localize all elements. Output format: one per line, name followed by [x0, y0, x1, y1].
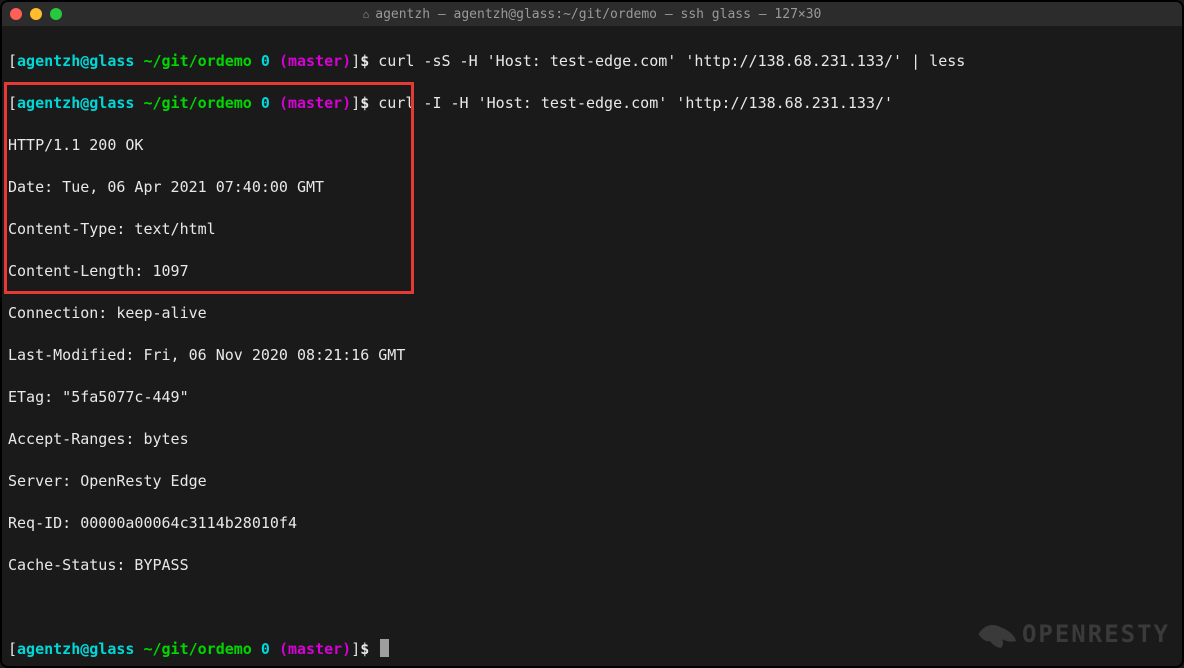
http-header: Cache-Status: BYPASS	[8, 555, 1176, 576]
prompt-symbol: $	[360, 639, 369, 660]
cwd-path: ~/git/ordemo	[143, 93, 251, 114]
prompt-line-2: [agentzh@glass ~/git/ordemo 0 (master)]$…	[8, 93, 1176, 114]
git-branch: (master)	[279, 93, 351, 114]
traffic-lights	[10, 8, 62, 20]
openresty-logo-icon	[974, 614, 1018, 654]
exit-status: 0	[261, 51, 270, 72]
http-status-line: HTTP/1.1 200 OK	[8, 135, 1176, 156]
watermark: OPENRESTY	[974, 614, 1170, 654]
terminal-window: ⌂ agentzh — agentzh@glass:~/git/ordemo —…	[0, 0, 1184, 668]
git-branch: (master)	[279, 639, 351, 660]
command-2: curl -I -H 'Host: test-edge.com' 'http:/…	[369, 93, 893, 114]
cursor	[380, 639, 389, 657]
http-header: Server: OpenResty Edge	[8, 471, 1176, 492]
http-header: ETag: "5fa5077c-449"	[8, 387, 1176, 408]
user-host: agentzh@glass	[17, 639, 134, 660]
http-header: Date: Tue, 06 Apr 2021 07:40:00 GMT	[8, 177, 1176, 198]
user-host: agentzh@glass	[17, 51, 134, 72]
watermark-text: OPENRESTY	[1022, 620, 1170, 648]
prompt-line-1: [agentzh@glass ~/git/ordemo 0 (master)]$…	[8, 51, 1176, 72]
prompt-symbol: $	[360, 93, 369, 114]
window-title: ⌂ agentzh — agentzh@glass:~/git/ordemo —…	[363, 7, 822, 22]
exit-status: 0	[261, 93, 270, 114]
http-header: Accept-Ranges: bytes	[8, 429, 1176, 450]
http-header: Last-Modified: Fri, 06 Nov 2020 08:21:16…	[8, 345, 1176, 366]
prompt-symbol: $	[360, 51, 369, 72]
user-host: agentzh@glass	[17, 93, 134, 114]
command-1: curl -sS -H 'Host: test-edge.com' 'http:…	[369, 51, 965, 72]
cwd-path: ~/git/ordemo	[143, 639, 251, 660]
home-icon: ⌂	[363, 8, 370, 21]
git-branch: (master)	[279, 51, 351, 72]
exit-status: 0	[261, 639, 270, 660]
minimize-button[interactable]	[30, 8, 42, 20]
title-text: agentzh — agentzh@glass:~/git/ordemo — s…	[375, 7, 821, 22]
http-header: Req-ID: 00000a00064c3114b28010f4	[8, 513, 1176, 534]
terminal-content[interactable]: [agentzh@glass ~/git/ordemo 0 (master)]$…	[2, 26, 1182, 668]
close-button[interactable]	[10, 8, 22, 20]
http-header: Content-Type: text/html	[8, 219, 1176, 240]
http-header: Connection: keep-alive	[8, 303, 1176, 324]
cwd-path: ~/git/ordemo	[143, 51, 251, 72]
http-header: Content-Length: 1097	[8, 261, 1176, 282]
maximize-button[interactable]	[50, 8, 62, 20]
titlebar: ⌂ agentzh — agentzh@glass:~/git/ordemo —…	[2, 2, 1182, 26]
